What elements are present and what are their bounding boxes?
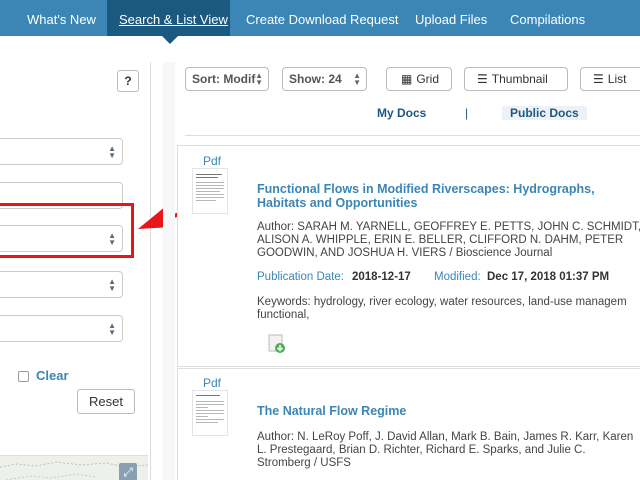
modified-value: Dec 17, 2018 01:37 PM: [487, 271, 610, 283]
updown-arrows-icon: ▲ ▼: [255, 71, 263, 87]
download-icon[interactable]: [268, 334, 286, 354]
thumbnail-view-button[interactable]: ☰ Thumbnail: [464, 67, 568, 91]
tab-my-docs[interactable]: My Docs: [377, 106, 426, 120]
list-icon: ☰: [593, 72, 604, 86]
document-author: Author: N. LeRoy Poff, J. David Allan, M…: [257, 431, 634, 469]
publication-date-label: Publication Date:: [257, 271, 344, 283]
list-label: List: [607, 72, 627, 86]
document-title-link[interactable]: Functional Flows in Modified Riverscapes…: [257, 182, 617, 210]
format-label: Pdf: [203, 154, 222, 168]
thumbnail-list-icon: ☰: [477, 72, 488, 86]
document-author: Author: SARAH M. YARNELL, GEOFFREY E. PE…: [257, 221, 640, 259]
results-divider: [185, 135, 640, 136]
document-title-link[interactable]: The Natural Flow Regime: [257, 404, 617, 418]
pdf-thumbnail[interactable]: [192, 390, 228, 436]
grid-icon: ▦: [401, 72, 413, 86]
show-count-select[interactable]: Show: 24 ▲ ▼: [282, 67, 367, 91]
modified-label: Modified:: [434, 271, 481, 283]
thumbnail-label: Thumbnail: [491, 72, 548, 86]
tab-separator: |: [465, 106, 469, 120]
sort-select[interactable]: Sort: Modif ▲ ▼: [185, 67, 269, 91]
document-keywords: Keywords: hydrology, river ecology, wate…: [257, 296, 627, 321]
grid-label: Grid: [416, 72, 440, 86]
panel-divider: [163, 62, 175, 480]
format-label: Pdf: [203, 376, 222, 390]
sort-label: Sort: Modif: [192, 72, 256, 86]
updown-arrows-icon: ▲ ▼: [353, 71, 361, 87]
pdf-thumbnail[interactable]: [192, 168, 228, 214]
show-label: Show: 24: [289, 72, 342, 86]
publication-date-value: 2018-12-17: [352, 271, 411, 283]
tab-public-docs[interactable]: Public Docs: [502, 106, 587, 120]
list-view-button[interactable]: ☰ List: [580, 67, 640, 91]
grid-view-button[interactable]: ▦ Grid: [386, 67, 452, 91]
